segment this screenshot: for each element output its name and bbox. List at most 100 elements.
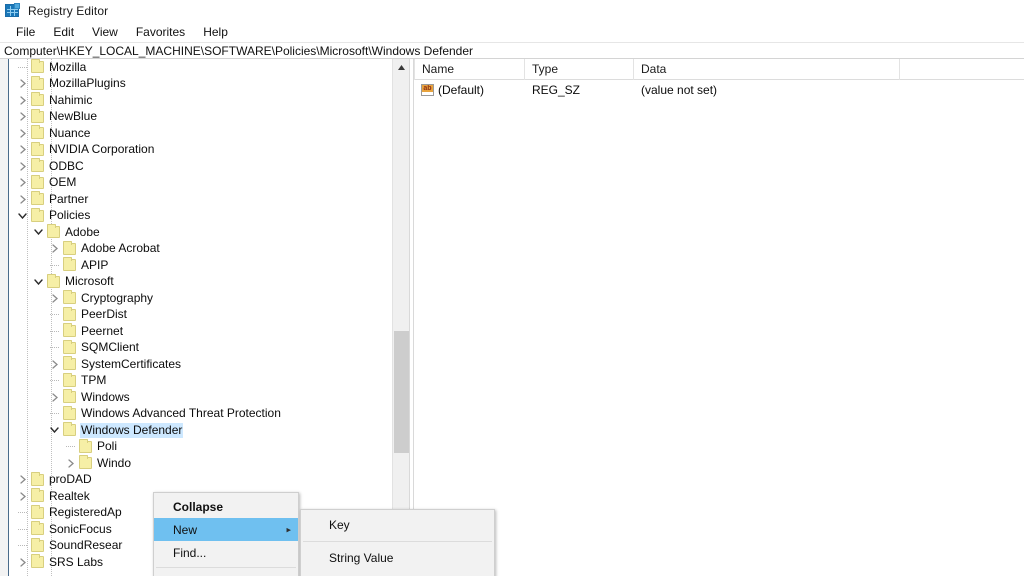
chevron-right-icon[interactable] [16,488,29,504]
tree-node[interactable]: Adobe [10,224,392,241]
chevron-right-icon[interactable] [64,455,77,471]
tree-connector [48,373,61,389]
menu-file[interactable]: File [8,24,43,40]
tree-scrollbar-thumb[interactable] [394,331,409,453]
tree-node[interactable]: proDAD [10,472,392,489]
column-header-data[interactable]: Data [634,59,900,80]
tree-node-label: RegisteredAp [49,506,122,519]
tree-node[interactable]: ODBC [10,158,392,175]
address-bar[interactable]: Computer\HKEY_LOCAL_MACHINE\SOFTWARE\Pol… [0,42,1024,59]
tree-node[interactable]: Peernet [10,323,392,340]
tree-connector [16,59,29,75]
column-header-name[interactable]: Name [414,59,525,80]
tree-node[interactable]: SystemCertificates [10,356,392,373]
tree-node-label: Adobe [65,226,100,239]
tree-node-label: Nahimic [49,94,92,107]
tree-node[interactable]: MozillaPlugins [10,76,392,93]
tree-node-label: TPM [81,374,106,387]
folder-icon [31,78,44,90]
tree-node[interactable]: Adobe Acrobat [10,241,392,258]
menu-view[interactable]: View [84,24,126,40]
column-header-filler [900,59,1024,80]
tree-node-label: Microsoft [65,275,114,288]
tree-connector [48,406,61,422]
tree-node-label: Windows [81,391,130,404]
folder-icon [63,408,76,420]
tree-node-label: Windows Advanced Threat Protection [81,407,281,420]
tree-node[interactable]: APIP [10,257,392,274]
tree-node[interactable]: Cryptography [10,290,392,307]
tree-connector [16,505,29,521]
chevron-down-icon[interactable] [48,422,61,438]
context-menu-item-collapse[interactable]: Collapse [154,495,298,518]
chevron-right-icon[interactable] [16,76,29,92]
tree-node-label: SonicFocus [49,523,112,536]
tree-node[interactable]: Windo [10,455,392,472]
folder-icon [79,457,92,469]
chevron-right-icon[interactable] [16,142,29,158]
tree-node[interactable]: SQMClient [10,340,392,357]
ab-string-icon: ab [421,84,434,96]
tree-node[interactable]: PeerDist [10,307,392,324]
menu-favorites[interactable]: Favorites [128,24,193,40]
tree-node[interactable]: Nuance [10,125,392,142]
folder-icon [63,325,76,337]
registry-values-pane[interactable]: Name Type Data ab(Default)REG_SZ(value n… [414,59,1024,576]
chevron-right-icon[interactable] [16,554,29,570]
context-menu[interactable]: Collapse New ▸ Find... Delete Rename Exp… [153,492,299,576]
tree-node[interactable]: NewBlue [10,109,392,126]
folder-icon [31,144,44,156]
chevron-right-icon[interactable] [16,191,29,207]
tree-node[interactable]: Windows [10,389,392,406]
chevron-right-icon[interactable] [16,92,29,108]
tree-node[interactable]: NVIDIA Corporation [10,142,392,159]
context-menu-item-find[interactable]: Find... [154,541,298,564]
column-header-type[interactable]: Type [525,59,634,80]
chevron-right-icon[interactable] [48,241,61,257]
tree-node[interactable]: Windows Advanced Threat Protection [10,406,392,423]
menu-bar: File Edit View Favorites Help [0,22,1024,42]
tree-node[interactable]: Windows Defender [10,422,392,439]
tree-node[interactable]: Policies [10,208,392,225]
tree-node-label: Poli [97,440,117,453]
context-menu-item-delete[interactable]: Delete [154,571,298,576]
chevron-right-icon[interactable] [16,125,29,141]
folder-icon [63,424,76,436]
chevron-right-icon[interactable] [16,109,29,125]
context-menu-item-new[interactable]: New ▸ [154,518,298,541]
chevron-down-icon[interactable] [16,208,29,224]
submenu-item-key[interactable]: Key [301,513,494,537]
chevron-right-icon[interactable] [16,472,29,488]
chevron-right-icon[interactable] [48,389,61,405]
tree-node-label: NewBlue [49,110,97,123]
new-submenu[interactable]: Key String Value Binary Value DWORD (32-… [300,509,495,576]
tree-node[interactable]: TPM [10,373,392,390]
tree-connector [16,538,29,554]
value-row[interactable]: ab(Default)REG_SZ(value not set) [414,80,1024,99]
folder-icon [31,507,44,519]
submenu-item-string-value[interactable]: String Value [301,546,494,570]
submenu-item-binary-value[interactable]: Binary Value [301,570,494,576]
folder-icon [63,309,76,321]
tree-node[interactable]: Microsoft [10,274,392,291]
tree-node[interactable]: Partner [10,191,392,208]
tree-vertical-scrollbar[interactable] [392,59,409,576]
content-area: MozillaMozillaPluginsNahimic NewBlue Nuanc… [0,59,1024,576]
tree-node[interactable]: OEM [10,175,392,192]
tree-node[interactable]: Nahimic [10,92,392,109]
tree-node-label: proDAD [49,473,92,486]
tree-node[interactable]: Poli [10,439,392,456]
tree-node[interactable]: Mozilla [10,59,392,76]
folder-icon [31,111,44,123]
chevron-down-icon[interactable] [32,274,45,290]
chevron-right-icon[interactable] [48,290,61,306]
chevron-down-icon[interactable] [32,224,45,240]
menu-edit[interactable]: Edit [45,24,82,40]
value-name-label: (Default) [438,83,484,97]
tree-connector [48,323,61,339]
scroll-up-arrow-icon[interactable] [393,59,410,76]
chevron-right-icon[interactable] [48,356,61,372]
chevron-right-icon[interactable] [16,158,29,174]
chevron-right-icon[interactable] [16,175,29,191]
menu-help[interactable]: Help [195,24,236,40]
